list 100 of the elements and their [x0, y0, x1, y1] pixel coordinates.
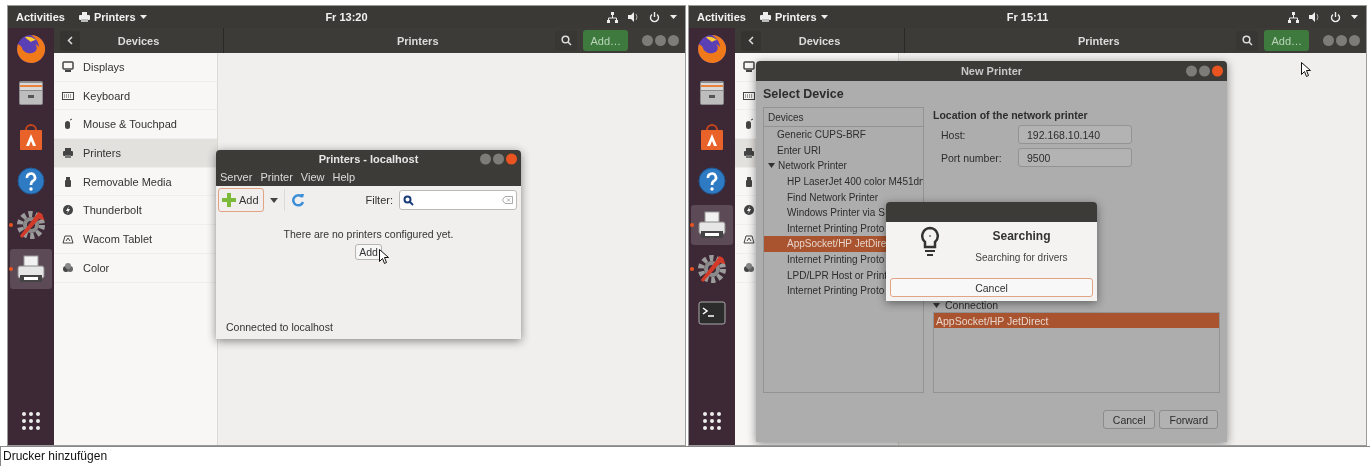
search-icon: [560, 35, 572, 46]
sidebar-item[interactable]: Displays: [54, 53, 217, 82]
search-button[interactable]: [1236, 30, 1259, 51]
dialog-button[interactable]: Cancel: [1102, 410, 1156, 429]
close-button[interactable]: [506, 153, 517, 165]
maximize-button[interactable]: [1336, 35, 1347, 46]
menu-item[interactable]: Server: [220, 171, 253, 183]
caret-icon: [820, 15, 828, 19]
network-icon[interactable]: [1288, 11, 1299, 23]
location-heading: Location of the network printer: [933, 109, 1089, 121]
panel-title: Devices: [116, 34, 161, 47]
back-button[interactable]: [741, 30, 761, 51]
expander-icon[interactable]: [768, 163, 775, 169]
window-title: New Printer: [960, 65, 1023, 77]
menu-item[interactable]: View: [300, 171, 325, 183]
minimize-button[interactable]: [1323, 35, 1334, 46]
input-field[interactable]: 9500: [1018, 148, 1132, 167]
minimize-button[interactable]: [642, 35, 653, 46]
maximize-button[interactable]: [1199, 65, 1210, 77]
device-item[interactable]: Find Network Printer: [764, 189, 923, 205]
maximize-button[interactable]: [493, 153, 504, 165]
input-field[interactable]: 192.168.10.140: [1018, 125, 1132, 144]
minimize-button[interactable]: [1186, 65, 1197, 77]
dialog-button[interactable]: Forward: [1159, 410, 1218, 429]
color-icon: [743, 261, 755, 274]
menu-item[interactable]: Printer: [260, 171, 293, 183]
lightbulb-icon: [920, 226, 940, 258]
minimize-button[interactable]: [480, 153, 491, 165]
sidebar-label: Color: [83, 261, 110, 274]
caret-icon[interactable]: [670, 15, 677, 19]
sidebar-item[interactable]: Printers: [54, 139, 217, 168]
printer-icon: [15, 253, 47, 285]
close-button[interactable]: [1349, 35, 1360, 46]
close-button[interactable]: [668, 35, 679, 46]
maximize-button[interactable]: [655, 35, 666, 46]
connection-expander[interactable]: Connection: [933, 298, 1220, 312]
caret-icon[interactable]: [1351, 15, 1358, 19]
device-item[interactable]: Generic CUPS-BRF: [764, 127, 923, 143]
volume-icon[interactable]: [628, 12, 639, 22]
file-cabinet-icon: [16, 78, 46, 108]
chevron-left-icon: [748, 36, 754, 45]
clock[interactable]: Fr 15:11: [1006, 11, 1049, 23]
gear-wrench-icon: [15, 209, 47, 241]
dock-launcher[interactable]: [691, 205, 733, 245]
printer-icon: [62, 146, 74, 159]
activities-button[interactable]: Activities: [16, 11, 65, 23]
sidebar-label: Printers: [83, 146, 121, 159]
back-button[interactable]: [60, 30, 80, 51]
bolt-icon: [743, 204, 755, 217]
network-icon[interactable]: [607, 11, 618, 23]
usb-drive-icon: [62, 175, 74, 188]
printer-icon: [743, 146, 755, 159]
panel-title: Devices: [797, 34, 842, 47]
app-grid-icon[interactable]: [702, 411, 722, 431]
sidebar-label: Thunderbolt: [83, 204, 142, 217]
bolt-icon: [62, 204, 74, 217]
add-button[interactable]: Add: [218, 188, 264, 212]
keyboard-icon: [743, 89, 755, 102]
app-menu[interactable]: Printers: [759, 11, 828, 23]
cursor-icon: [379, 249, 390, 264]
display-icon: [62, 60, 74, 73]
sidebar-item[interactable]: Keyboard: [54, 81, 217, 111]
cursor-icon: [1301, 62, 1311, 77]
dialog-heading: Searching: [992, 229, 1051, 243]
dock-launcher[interactable]: [10, 249, 52, 289]
volume-icon[interactable]: [1309, 12, 1320, 22]
section-heading: Select Device: [763, 87, 845, 101]
add-printer-button[interactable]: Add: [355, 244, 382, 260]
field-label: Host:: [941, 128, 967, 141]
filter-field[interactable]: [399, 190, 517, 210]
caret-icon[interactable]: [269, 197, 278, 203]
search-button[interactable]: [555, 30, 578, 51]
sidebar-label: Keyboard: [83, 89, 131, 102]
close-button[interactable]: [1212, 65, 1223, 77]
cancel-button[interactable]: Cancel: [890, 278, 1093, 297]
field-label: Port number:: [941, 151, 1003, 164]
tablet-icon: [743, 232, 755, 245]
printer-icon: [759, 12, 771, 22]
power-icon[interactable]: [1330, 11, 1341, 23]
window-title: Printers: [395, 34, 440, 47]
keyboard-icon: [62, 89, 74, 102]
power-icon[interactable]: [649, 11, 660, 23]
refresh-icon[interactable]: [290, 193, 305, 207]
mouse-icon: [62, 118, 74, 131]
device-item[interactable]: Network Printer: [764, 158, 923, 174]
connection-item[interactable]: AppSocket/HP JetDirect: [934, 313, 1219, 328]
app-menu[interactable]: Printers: [78, 11, 147, 23]
search-icon: [403, 194, 414, 206]
menu-item[interactable]: Help: [332, 171, 356, 183]
window-title: Printers - localhost: [318, 153, 419, 165]
help-icon: [16, 166, 46, 196]
color-icon: [62, 261, 74, 274]
filter-label: Filter:: [365, 194, 393, 206]
clock[interactable]: Fr 13:20: [325, 11, 368, 23]
column-header: Devices: [764, 108, 923, 127]
activities-button[interactable]: Activities: [697, 11, 746, 23]
sidebar-label: Wacom Tablet: [83, 232, 153, 245]
window-title: Printers: [1076, 34, 1121, 47]
device-item[interactable]: Enter URI: [764, 142, 923, 159]
app-grid-icon[interactable]: [21, 411, 41, 431]
